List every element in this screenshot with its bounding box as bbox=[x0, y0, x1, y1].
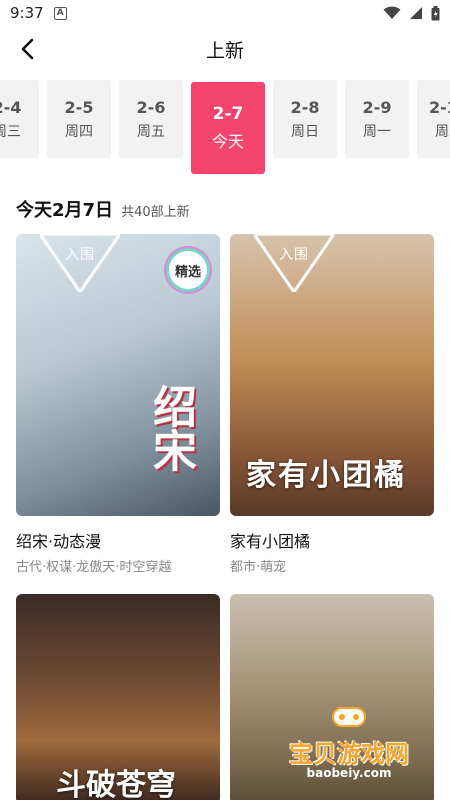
drama-card[interactable]: 入围 精选 绍宋 绍宋·动态漫 古代·权谋·龙傲天·时空穿越 bbox=[16, 234, 220, 594]
signal-icon bbox=[410, 7, 422, 19]
drama-tags: 古代·权谋·龙傲天·时空穿越 bbox=[16, 560, 172, 575]
back-arrow-icon bbox=[21, 38, 34, 60]
section-count: 共40部上新 bbox=[121, 205, 190, 220]
back-button[interactable] bbox=[10, 32, 44, 66]
date-selector[interactable]: 2-4 周三 2-5 周四 2-6 周五 2-7 今天 2-8 周日 2-9 周一 2-10 周二 bbox=[0, 80, 450, 178]
ribbon-label: 入围 bbox=[65, 247, 95, 263]
date-tab-date: 2-9 bbox=[362, 97, 392, 117]
cover-art-title: 斗破苍穹 bbox=[56, 768, 176, 800]
battery-icon bbox=[431, 5, 440, 20]
status-time: 9:37 bbox=[10, 4, 44, 22]
date-tab-weekday: 周五 bbox=[137, 123, 165, 140]
date-tab-weekday: 周一 bbox=[363, 123, 391, 140]
date-tab-weekday: 今天 bbox=[211, 132, 244, 151]
drama-card[interactable]: 斗破苍穹 bbox=[16, 594, 220, 800]
drama-cover bbox=[230, 594, 434, 800]
date-tab-date: 2-5 bbox=[64, 97, 94, 117]
drama-card[interactable] bbox=[230, 594, 434, 800]
drama-cover: 入围 家有小团橘 bbox=[230, 234, 434, 516]
date-tab-weekday: 周日 bbox=[291, 123, 319, 140]
section-title: 今天2月7日 bbox=[16, 200, 114, 221]
section-header: 今天2月7日 共40部上新 bbox=[16, 196, 190, 222]
page-title: 上新 bbox=[205, 39, 244, 62]
date-tab[interactable]: 2-10 周二 bbox=[417, 80, 450, 158]
date-tab[interactable]: 2-6 周五 bbox=[119, 80, 183, 158]
featured-badge: 精选 bbox=[166, 248, 210, 292]
ribbon-label: 入围 bbox=[279, 247, 309, 263]
date-tab-date: 2-10 bbox=[428, 97, 450, 117]
drama-grid: 入围 精选 绍宋 绍宋·动态漫 古代·权谋·龙傲天·时空穿越 入围 家有小团橘 … bbox=[16, 234, 434, 800]
wifi-icon bbox=[383, 6, 401, 19]
status-icons bbox=[383, 5, 440, 21]
date-tab-weekday: 周三 bbox=[0, 123, 21, 140]
date-tab-date: 2-7 bbox=[212, 104, 244, 124]
cover-art-title: 家有小团橘 bbox=[246, 458, 406, 493]
status-bar: 9:37 A bbox=[0, 0, 450, 26]
date-tab-weekday: 周四 bbox=[65, 123, 93, 140]
notification-icon: A bbox=[53, 6, 67, 20]
date-track: 2-4 周三 2-5 周四 2-6 周五 2-7 今天 2-8 周日 2-9 周一 2-10 周二 bbox=[0, 80, 450, 174]
drama-title: 绍宋·动态漫 bbox=[16, 532, 102, 551]
date-tab[interactable]: 2-9 周一 bbox=[345, 80, 409, 158]
date-tab-date: 2-8 bbox=[290, 97, 320, 117]
drama-cover: 入围 精选 绍宋 bbox=[16, 234, 220, 516]
header: 上新 bbox=[0, 28, 450, 70]
date-tab-date: 2-4 bbox=[0, 97, 22, 117]
drama-cover: 斗破苍穹 bbox=[16, 594, 220, 800]
date-tab[interactable]: 2-8 周日 bbox=[273, 80, 337, 158]
drama-tags: 都市·萌宠 bbox=[230, 560, 287, 575]
date-tab-weekday: 周二 bbox=[435, 123, 450, 140]
date-tab[interactable]: 2-5 周四 bbox=[47, 80, 111, 158]
date-tab[interactable]: 2-7 今天 bbox=[191, 82, 265, 174]
drama-card[interactable]: 入围 家有小团橘 家有小团橘 都市·萌宠 bbox=[230, 234, 434, 594]
cover-art-title: 绍宋 bbox=[145, 384, 196, 472]
date-tab[interactable]: 2-4 周三 bbox=[0, 80, 39, 158]
drama-title: 家有小团橘 bbox=[230, 532, 311, 551]
date-tab-date: 2-6 bbox=[136, 97, 166, 117]
